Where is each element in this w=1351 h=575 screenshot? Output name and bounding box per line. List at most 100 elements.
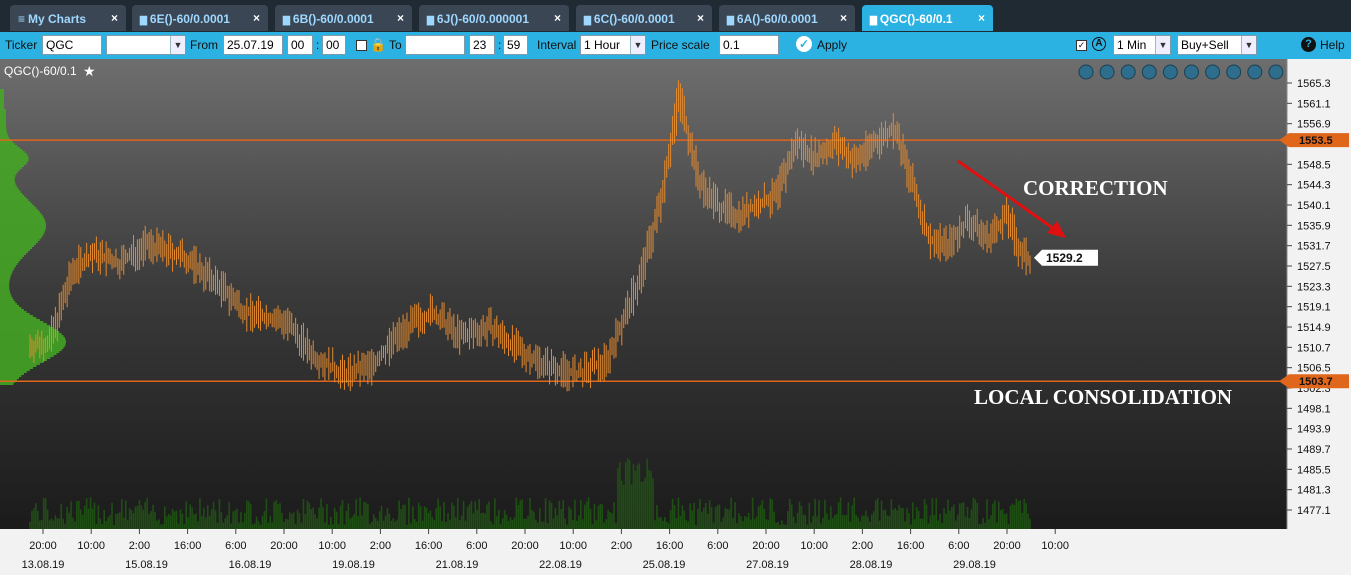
volume-bar <box>607 509 609 529</box>
to-date-input[interactable] <box>405 35 465 55</box>
close-icon[interactable]: × <box>978 11 985 25</box>
ticker-select[interactable]: ▼ <box>106 35 186 55</box>
x-date-label: 29.08.19 <box>953 559 996 571</box>
volume-bar <box>152 504 154 529</box>
tab-label: QGC()-60/0.1 <box>879 12 953 26</box>
volume-bar <box>320 498 322 529</box>
volume-bar <box>417 502 420 529</box>
tab-6e-60-0-0001[interactable]: ▇ 6E()-60/0.0001 × <box>132 5 268 31</box>
profile-bar <box>0 313 30 315</box>
volume-bar <box>261 515 264 529</box>
zoom-reset-icon <box>1120 64 1136 80</box>
volume-bar <box>904 521 906 529</box>
price-chart[interactable]: QGC()-60/0.1 ★ 1565.3 1561.1 1556.9 1548.5 154… <box>0 59 1351 575</box>
profile-bar <box>0 317 37 319</box>
volume-bar <box>222 522 225 529</box>
volume-bar <box>704 502 707 529</box>
profile-bar <box>0 155 29 157</box>
volume-bar <box>859 521 861 529</box>
volume-bar <box>165 516 168 529</box>
volume-bar <box>886 515 889 529</box>
x-tick-label: 10:00 <box>559 540 587 552</box>
volume-bar <box>372 514 375 529</box>
close-icon[interactable]: × <box>111 11 118 25</box>
volume-bar <box>410 523 412 529</box>
profile-bar <box>0 281 10 283</box>
profile-bar <box>0 115 6 117</box>
settings-icon <box>1184 64 1199 80</box>
volume-bar <box>523 518 525 529</box>
x-tick-label: 16:00 <box>415 540 443 552</box>
help-icon[interactable]: ? <box>1301 37 1316 52</box>
volume-bar <box>456 497 459 529</box>
chart-area[interactable]: QGC()-60/0.1 ★ 1565.3 1561.1 1556.9 1548.5 154… <box>0 59 1351 575</box>
ticker-input[interactable]: QGC <box>42 35 102 55</box>
close-icon[interactable]: × <box>253 11 260 25</box>
y-tick-label: 1531.7 <box>1297 241 1331 253</box>
volume-bar <box>288 512 291 529</box>
auto-icon[interactable]: A <box>1092 37 1106 51</box>
profile-bar <box>0 175 16 177</box>
from-hour-input[interactable]: 00 <box>287 35 313 55</box>
volume-bar <box>486 504 488 529</box>
volume-bar <box>269 515 272 529</box>
y-tick-label: 1544.3 <box>1297 180 1331 192</box>
volume-bar <box>310 508 313 529</box>
volume-bar <box>232 511 234 529</box>
volume-bar <box>99 518 102 529</box>
close-icon[interactable]: × <box>697 11 704 25</box>
volume-bar <box>173 511 176 529</box>
profile-bar <box>0 189 20 191</box>
price-scale-input[interactable]: 0.1 <box>719 35 779 55</box>
volume-bar <box>896 510 898 529</box>
interval-select[interactable]: 1 Hour ▼ <box>580 35 646 55</box>
to-minute-input[interactable]: 59 <box>503 35 528 55</box>
tab-6b-60-0-0001[interactable]: ▇ 6B()-60/0.0001 × <box>275 5 412 31</box>
tab-6a-60-0-0001[interactable]: ▇ 6A()-60/0.0001 × <box>719 5 855 31</box>
tab-label: 6E()-60/0.0001 <box>149 12 230 26</box>
volume-bar <box>70 501 72 529</box>
profile-bar <box>0 225 46 227</box>
sync-checkbox[interactable]: ✓ <box>1076 40 1087 51</box>
volume-bar <box>976 502 979 529</box>
timeframe-select[interactable]: 1 Min ▼ <box>1113 35 1171 55</box>
close-icon[interactable]: × <box>840 11 847 25</box>
volume-bar <box>833 515 836 529</box>
volume-bar <box>1027 513 1029 529</box>
tab-bar: ≡ My Charts × ▇ 6E()-60/0.0001 × ▇ 6B()-60/0.00… <box>0 0 1351 32</box>
volume-bar <box>933 514 936 529</box>
volume-bar <box>226 515 229 529</box>
volume-bar <box>509 517 512 529</box>
tab-6c-60-0-0001[interactable]: ▇ 6C()-60/0.0001 × <box>576 5 712 31</box>
volume-bar <box>236 508 238 529</box>
volume-bar <box>925 504 928 529</box>
side-select[interactable]: Buy+Sell ▼ <box>1177 35 1257 55</box>
volume-bar <box>408 497 410 529</box>
volume-bar <box>242 522 244 529</box>
volume-bar <box>656 505 658 529</box>
close-icon[interactable]: × <box>554 11 561 25</box>
y-tick-label: 1514.9 <box>1297 322 1331 334</box>
help-button[interactable]: Help <box>1320 38 1345 52</box>
lock-checkbox[interactable] <box>356 40 367 51</box>
from-minute-input[interactable]: 00 <box>322 35 346 55</box>
tab-my-charts[interactable]: ≡ My Charts × <box>10 5 126 31</box>
profile-bar <box>0 329 57 331</box>
volume-bar <box>490 521 492 529</box>
volume-bar <box>691 510 693 529</box>
close-icon[interactable]: × <box>397 11 404 25</box>
from-date-input[interactable]: 25.07.19 <box>223 35 283 55</box>
profile-bar <box>0 295 12 297</box>
profile-bar <box>0 89 4 91</box>
volume-bar <box>136 506 139 529</box>
apply-button[interactable]: Apply <box>817 38 847 52</box>
profile-bar <box>0 363 40 365</box>
tab-6j-60-0-000001[interactable]: ▇ 6J()-60/0.000001 × <box>419 5 569 31</box>
volume-bar <box>78 500 80 529</box>
draw-icon <box>1162 64 1178 80</box>
tab-qgc-60-0-1[interactable]: ▇ QGC()-60/0.1 × <box>862 5 993 31</box>
to-hour-input[interactable]: 23 <box>469 35 495 55</box>
profile-bar <box>0 95 4 97</box>
volume-bar <box>111 502 113 529</box>
profile-bar <box>0 361 44 363</box>
